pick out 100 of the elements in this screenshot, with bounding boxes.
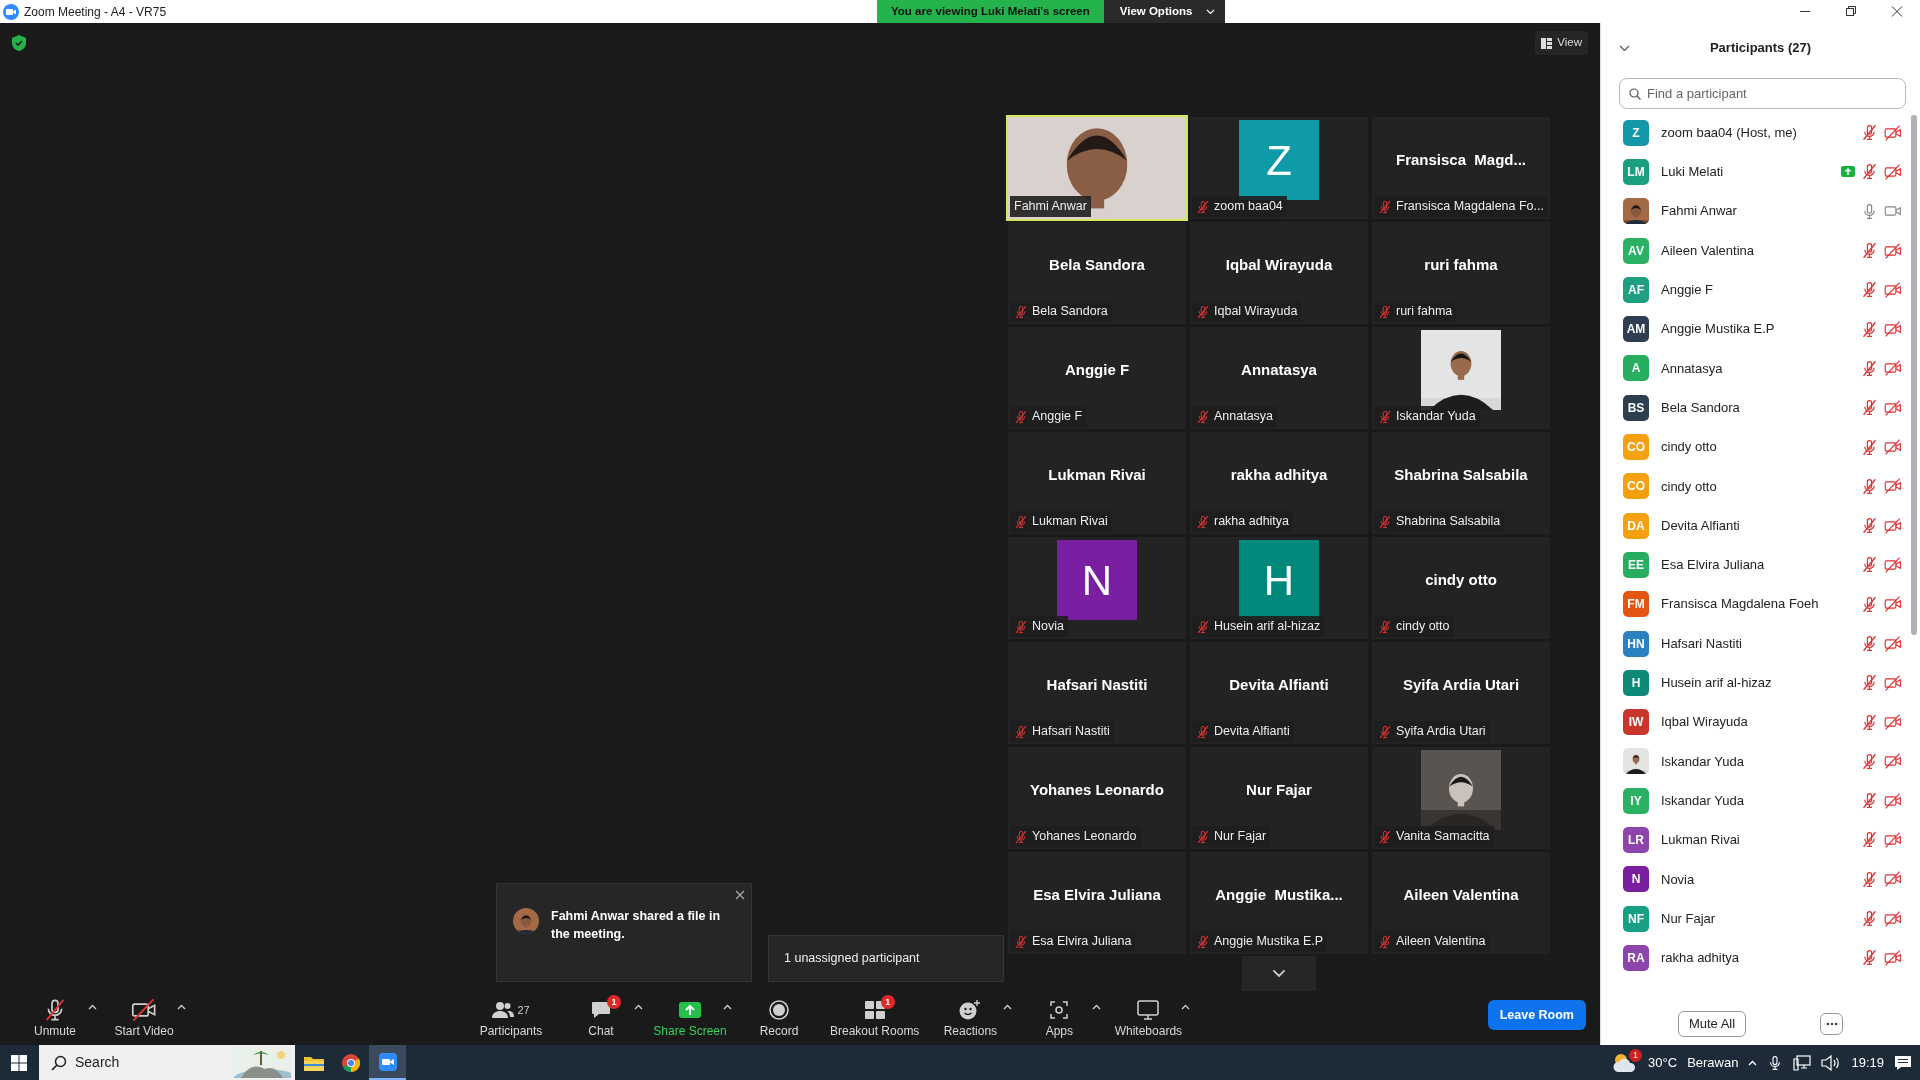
video-tile[interactable]: Lukman Rivai Lukman Rivai [1008, 432, 1186, 534]
participant-row[interactable]: IY Iskandar Yuda [1601, 781, 1906, 821]
video-tile[interactable]: Anggie Mustika... Anggie Mustika E.P [1190, 852, 1368, 954]
video-tile[interactable]: Aileen Valentina Aileen Valentina [1372, 852, 1550, 954]
participant-row[interactable]: NF Nur Fajar [1601, 898, 1906, 939]
muted-mic-icon[interactable] [1861, 477, 1878, 495]
muted-mic-icon[interactable] [1861, 713, 1878, 731]
camera-off-icon[interactable] [1884, 162, 1902, 181]
video-tile[interactable]: Syifa Ardia Utari Syifa Ardia Utari [1372, 642, 1550, 744]
muted-mic-icon[interactable] [1861, 595, 1878, 613]
camera-off-icon[interactable] [1884, 241, 1902, 260]
video-tile[interactable]: Iskandar Yuda [1372, 327, 1550, 429]
camera-off-icon[interactable] [1884, 909, 1902, 928]
video-tile[interactable]: Annatasya Annatasya [1190, 327, 1368, 429]
muted-mic-icon[interactable] [1861, 163, 1878, 181]
reactions-button[interactable]: Reactions [927, 998, 1014, 1040]
video-tile[interactable]: H Husein arif al-hizaz [1190, 537, 1368, 639]
muted-mic-icon[interactable] [1861, 124, 1878, 142]
leave-room-button[interactable]: Leave Room [1487, 999, 1586, 1031]
participant-row[interactable]: FM Fransisca Magdalena Foeh [1601, 584, 1906, 624]
camera-off-icon[interactable] [1884, 752, 1902, 771]
caret-icon[interactable] [1003, 1004, 1013, 1010]
video-tile[interactable]: Hafsari Nastiti Hafsari Nastiti [1008, 642, 1186, 744]
participant-row[interactable]: IW Iqbal Wirayuda [1601, 702, 1906, 742]
mute-all-button[interactable]: Mute All [1677, 1011, 1747, 1037]
participant-row[interactable]: BS Bela Sandora [1601, 388, 1906, 428]
participant-row[interactable]: DA Devita Alfianti [1601, 505, 1906, 546]
video-tile[interactable]: Bela Sandora Bela Sandora [1008, 222, 1186, 324]
video-tile[interactable]: Iqbal Wirayuda Iqbal Wirayuda [1190, 222, 1368, 324]
muted-mic-icon[interactable] [1861, 399, 1878, 417]
video-tile[interactable]: Devita Alfianti Devita Alfianti [1190, 642, 1368, 744]
participant-row[interactable]: H Husein arif al-hizaz [1601, 663, 1906, 703]
video-tile[interactable]: Fahmi Anwar [1008, 117, 1186, 219]
camera-off-icon[interactable] [1884, 595, 1902, 614]
camera-off-icon[interactable] [1884, 713, 1902, 732]
caret-icon[interactable] [177, 1004, 186, 1010]
caret-icon[interactable] [1092, 1004, 1102, 1010]
muted-mic-icon[interactable] [1861, 359, 1878, 377]
muted-mic-icon[interactable] [1861, 831, 1878, 849]
camera-off-icon[interactable] [1884, 870, 1902, 889]
security-shield-icon[interactable] [12, 35, 26, 51]
participant-row[interactable]: Fahmi Anwar [1601, 191, 1906, 231]
apps-button[interactable]: Apps [1016, 998, 1103, 1040]
taskbar-app[interactable] [369, 1045, 406, 1080]
chat-button[interactable]: 1 Chat [558, 998, 644, 1040]
camera-off-icon[interactable] [1884, 831, 1902, 849]
caret-icon[interactable] [634, 1004, 643, 1010]
muted-mic-icon[interactable] [1861, 556, 1878, 574]
video-tile[interactable]: Esa Elvira Juliana Esa Elvira Juliana [1008, 852, 1186, 954]
participant-row[interactable]: N Novia [1601, 859, 1906, 899]
video-tile[interactable]: Yohanes Leonardo Yohanes Leonardo [1008, 747, 1186, 849]
notifications-icon[interactable] [1894, 1054, 1912, 1071]
camera-off-icon[interactable] [1884, 359, 1902, 378]
search-field[interactable]: Find a participant [1619, 78, 1906, 109]
participant-row[interactable]: AF Anggie F [1601, 270, 1906, 310]
breakout-rooms-button[interactable]: 1 Breakout Rooms [826, 998, 924, 1040]
video-tile[interactable]: rakha adhitya rakha adhitya [1190, 432, 1368, 534]
participant-row[interactable]: AV Aileen Valentina [1601, 230, 1906, 271]
camera-off-icon[interactable] [1884, 673, 1902, 692]
participant-row[interactable]: CO cindy otto [1601, 466, 1906, 506]
video-tile[interactable]: Vanita Samacitta [1372, 747, 1550, 849]
more-button[interactable] [1820, 1013, 1844, 1035]
record-button[interactable]: Record [736, 998, 822, 1040]
camera-off-icon[interactable] [1884, 634, 1902, 653]
caret-icon[interactable] [723, 1004, 732, 1010]
camera-off-icon[interactable] [1884, 438, 1902, 456]
muted-mic-icon[interactable] [1861, 635, 1878, 652]
unmute-button[interactable]: Unmute [12, 998, 98, 1040]
volume-icon[interactable] [1821, 1054, 1842, 1071]
muted-mic-icon[interactable] [1861, 517, 1878, 535]
camera-off-icon[interactable] [1884, 516, 1902, 535]
view-button[interactable]: View [1535, 31, 1588, 55]
participant-row[interactable]: AM Anggie Mustika E.P [1601, 309, 1906, 349]
participant-row[interactable]: A Annatasya [1601, 348, 1906, 389]
video-tile[interactable]: Anggie F Anggie F [1008, 327, 1186, 429]
caret-icon[interactable] [1181, 1004, 1191, 1010]
clock-time[interactable]: 19:19 [1851, 1052, 1884, 1073]
participant-row[interactable]: CO cindy otto [1601, 427, 1906, 467]
video-tile[interactable]: Fransisca Magd... Fransisca Magdalena Fo... [1372, 117, 1550, 219]
participant-row[interactable]: EE Esa Elvira Juliana [1601, 545, 1906, 585]
view-options-button[interactable]: View Options [1103, 0, 1226, 23]
scrollbar[interactable] [1911, 115, 1917, 635]
video-tile[interactable]: ruri fahma ruri fahma [1372, 222, 1550, 324]
video-tile[interactable]: Z zoom baa04 [1190, 117, 1368, 219]
whiteboards-button[interactable]: Whiteboards [1105, 998, 1192, 1040]
muted-mic-icon[interactable] [1861, 320, 1878, 338]
muted-mic-icon[interactable] [1861, 949, 1878, 967]
muted-mic-icon[interactable] [1861, 242, 1878, 260]
participant-row[interactable]: RA rakha adhitya [1601, 938, 1906, 978]
camera-off-icon[interactable] [1884, 791, 1902, 810]
network-icon[interactable] [1793, 1054, 1812, 1071]
video-tile[interactable]: cindy otto cindy otto [1372, 537, 1550, 639]
muted-mic-icon[interactable] [1861, 752, 1878, 770]
muted-mic-icon[interactable] [1861, 438, 1878, 456]
muted-mic-icon[interactable] [1861, 674, 1878, 692]
caret-icon[interactable] [88, 1004, 97, 1010]
video-tile[interactable]: Nur Fajar Nur Fajar [1190, 747, 1368, 849]
participant-row[interactable]: LM Luki Melati [1601, 152, 1906, 192]
search-field[interactable]: Search [39, 1045, 295, 1080]
camera-off-icon[interactable] [1884, 477, 1902, 496]
